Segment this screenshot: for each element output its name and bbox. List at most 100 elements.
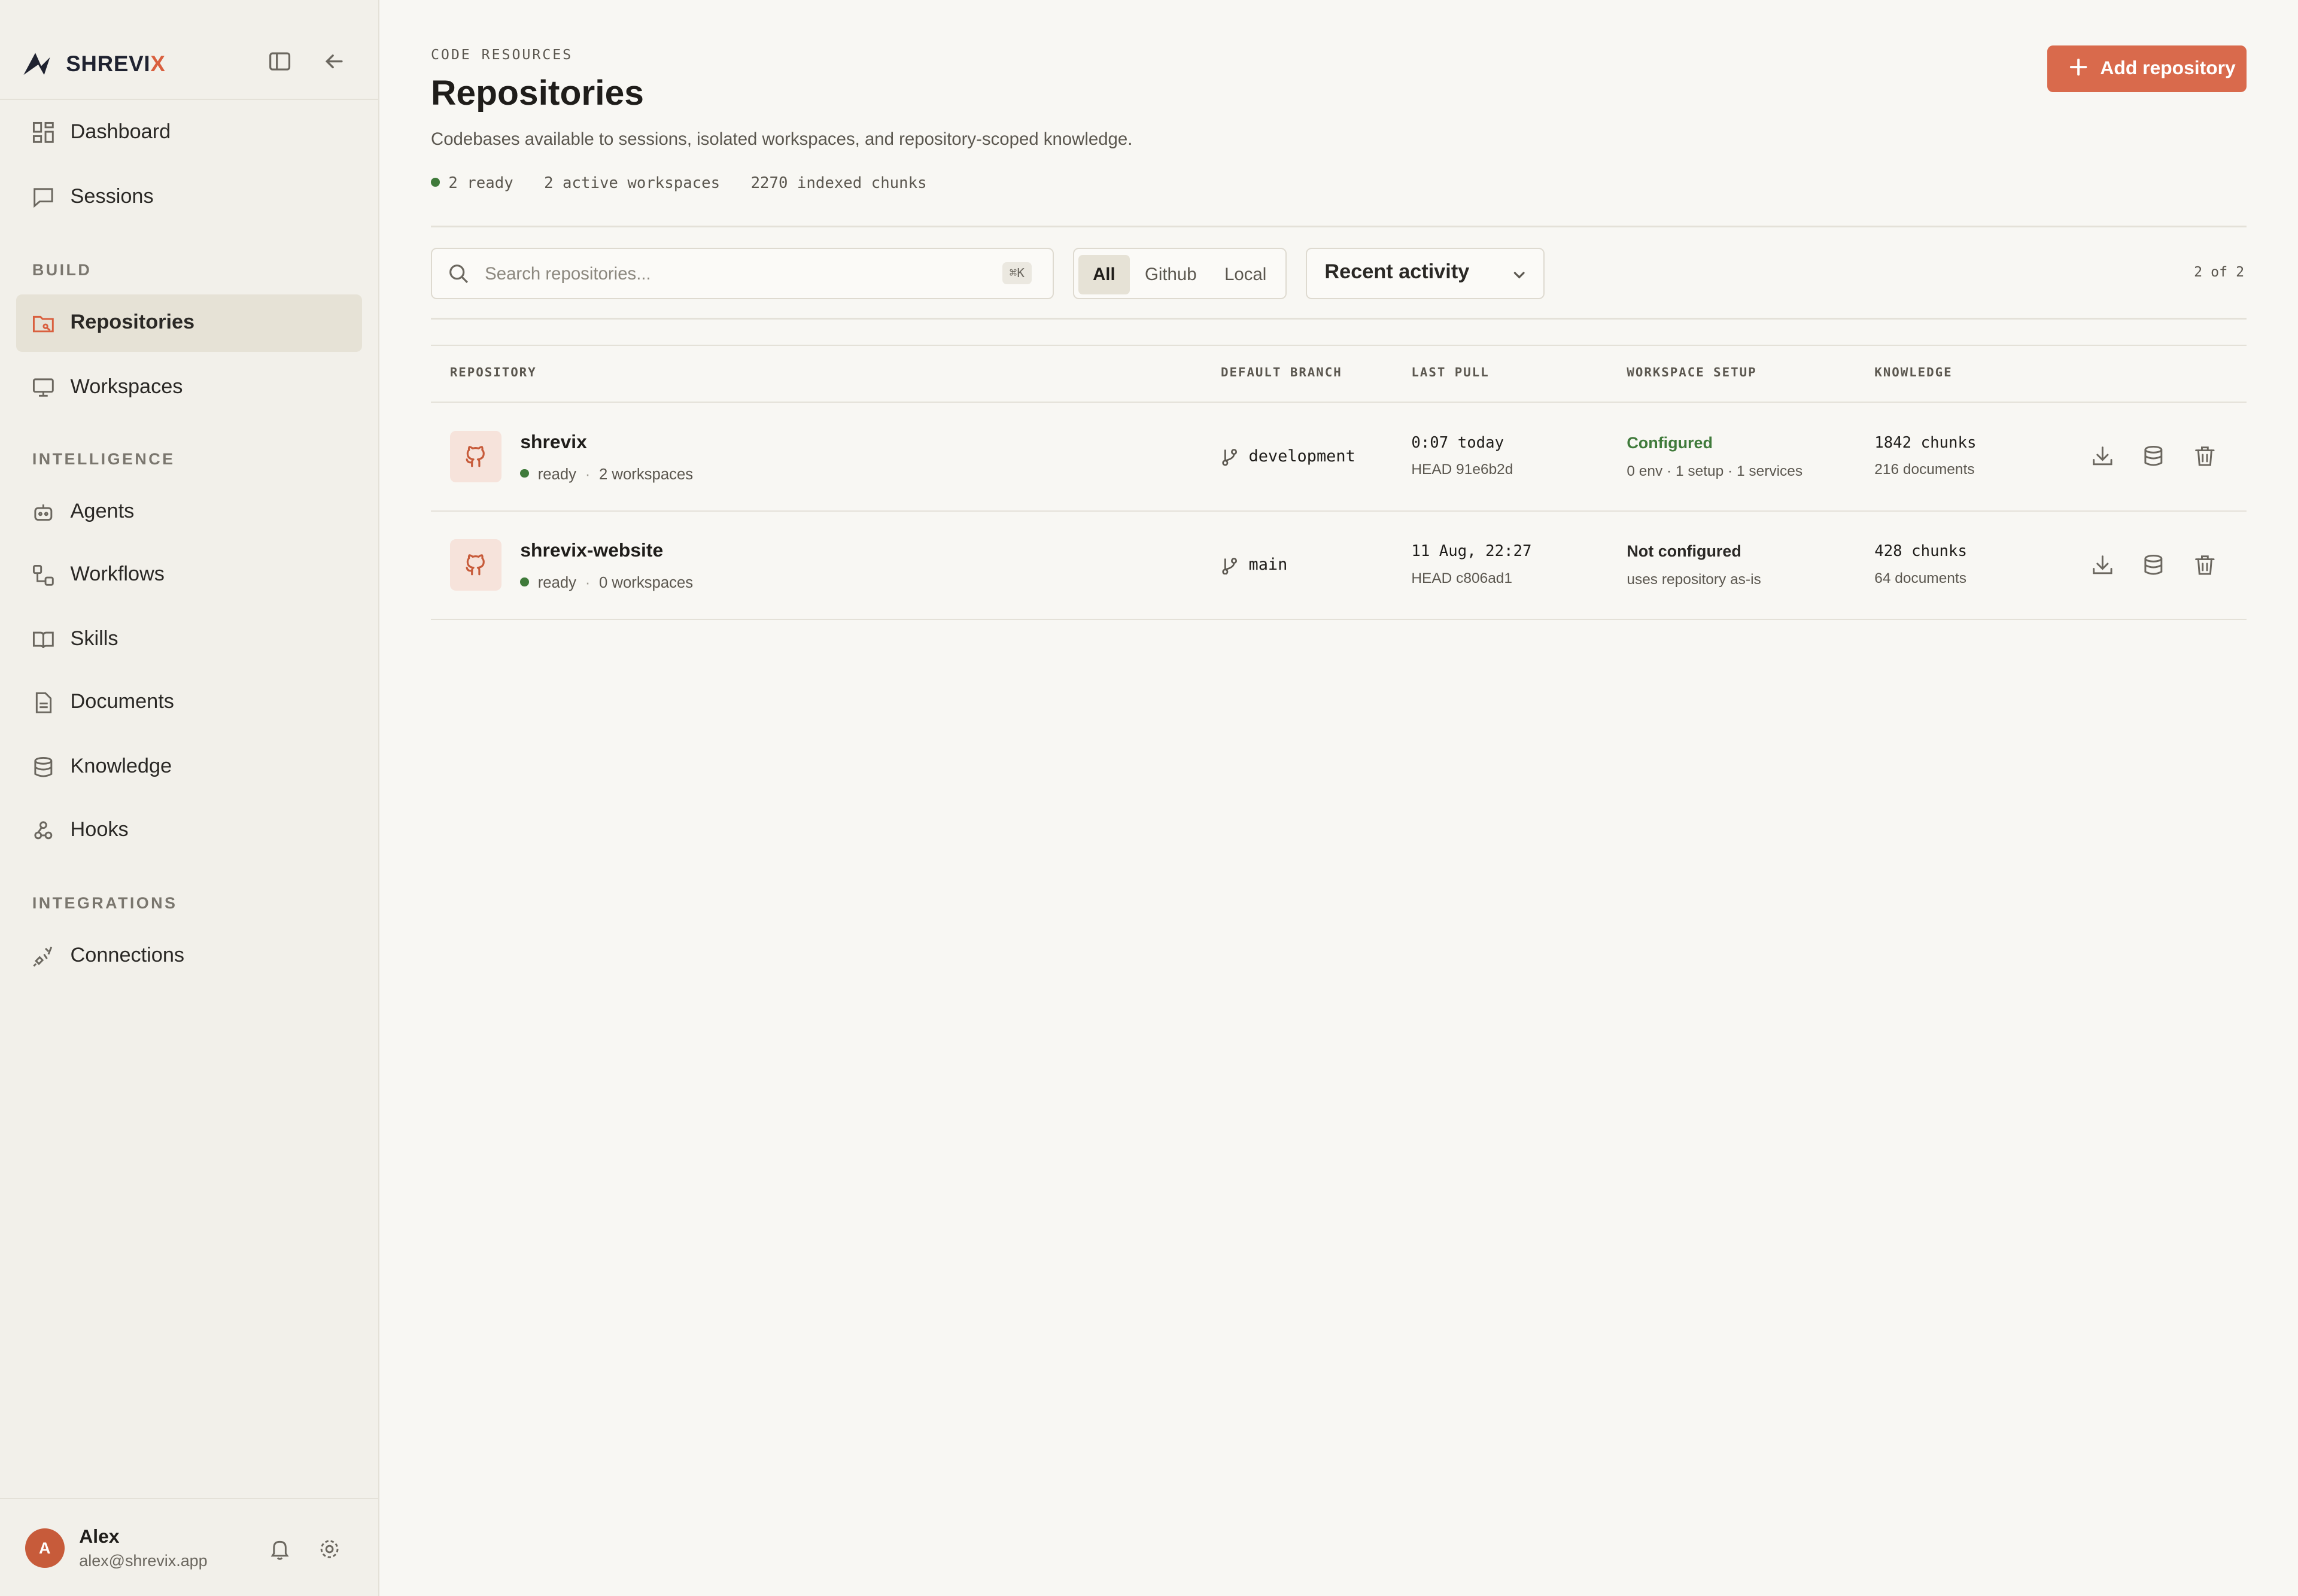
knowledge-documents: 64 documents — [1874, 570, 1966, 586]
chevron-down-icon — [1514, 272, 1525, 279]
download-icon[interactable] — [2092, 445, 2114, 467]
sidebar-item-label: Workspaces — [70, 375, 183, 398]
shortcut-badge: ⌘K — [1002, 262, 1032, 284]
sidebar-item-workspaces[interactable]: Workspaces — [16, 359, 362, 417]
git-branch-icon — [1222, 449, 1238, 466]
sidebar-item-label: Skills — [70, 627, 118, 650]
sidebar-item-knowledge[interactable]: Knowledge — [16, 738, 362, 796]
repo-avatar — [449, 539, 501, 591]
database-icon — [34, 756, 53, 777]
repo-name[interactable]: shrevix-website — [520, 539, 663, 561]
book-icon — [32, 631, 54, 648]
divider — [430, 226, 2247, 227]
add-repository-button[interactable]: Add repository — [2047, 45, 2247, 93]
status-dot — [520, 577, 530, 586]
page-eyebrow: CODE RESOURCES — [430, 47, 573, 63]
stat-chunks: 2270 indexed chunks — [750, 174, 927, 193]
search-box[interactable]: ⌘K — [430, 247, 1054, 299]
trash-icon[interactable] — [2194, 554, 2216, 576]
stat-workspaces: 2 active workspaces — [544, 174, 721, 193]
github-icon — [466, 446, 485, 467]
filter-all[interactable]: All — [1078, 254, 1130, 294]
setup-status: Not configured — [1627, 542, 1741, 561]
setup-detail: uses repository as-is — [1627, 571, 1761, 588]
repo-status: ready — [537, 466, 577, 483]
sidebar-item-skills[interactable]: Skills — [16, 611, 362, 668]
table-row[interactable]: shrevix-website ready · 0 workspaces main … — [430, 512, 2247, 620]
repo-avatar — [449, 430, 501, 482]
add-repository-label: Add repository — [2100, 57, 2236, 79]
source-filter: All Github Local — [1072, 247, 1287, 299]
column-header-last-pull[interactable]: LAST PULL — [1411, 365, 1489, 379]
section-title-intelligence: INTELLIGENCE — [32, 449, 175, 468]
bell-icon[interactable] — [268, 1537, 291, 1561]
webhook-icon — [34, 821, 53, 840]
head-commit: HEAD 91e6b2d — [1411, 461, 1513, 478]
avatar[interactable]: A — [25, 1528, 65, 1568]
trash-icon[interactable] — [2194, 445, 2216, 467]
sidebar-item-sessions[interactable]: Sessions — [16, 169, 362, 226]
table-top-border — [430, 344, 2247, 346]
sidebar-item-dashboard[interactable]: Dashboard — [16, 104, 362, 162]
knowledge-chunks: 428 chunks — [1874, 542, 1967, 561]
grid-icon — [32, 122, 54, 144]
knowledge-documents: 216 documents — [1874, 461, 1975, 478]
plus-icon — [2069, 59, 2087, 76]
repo-meta: ready · 2 workspaces — [520, 466, 693, 484]
sidebar-item-label: Connections — [70, 944, 185, 967]
user-email: alex@shrevix.app — [79, 1552, 208, 1570]
sidebar-item-repositories[interactable]: Repositories — [16, 294, 362, 352]
sidebar-item-agents[interactable]: Agents — [16, 484, 362, 541]
sidebar-item-label: Knowledge — [70, 755, 172, 778]
main-content: CODE RESOURCES Repositories Codebases av… — [379, 0, 2298, 1596]
setup-status: Configured — [1627, 433, 1713, 452]
filter-local[interactable]: Local — [1212, 255, 1279, 294]
page-title: Repositories — [430, 74, 644, 113]
repo-meta: ready · 0 workspaces — [520, 574, 693, 592]
sort-select[interactable]: Recent activity — [1306, 247, 1545, 299]
bot-icon — [34, 504, 53, 521]
sidebar: SHREVIX Dashboard Sessions BUILD Reposit… — [0, 0, 380, 1596]
sidebar-item-connections[interactable]: Connections — [16, 928, 362, 985]
gear-icon[interactable] — [318, 1537, 341, 1561]
column-header-workspace-setup[interactable]: WORKSPACE SETUP — [1627, 365, 1756, 379]
sidebar-item-workflows[interactable]: Workflows — [16, 546, 362, 604]
last-pull-time: 0:07 today — [1411, 433, 1504, 452]
sidebar-panel-icon[interactable] — [268, 50, 291, 73]
repo-status: ready — [537, 574, 577, 591]
database-icon[interactable] — [2142, 554, 2165, 576]
brand-row: SHREVIX — [0, 0, 380, 100]
column-header-branch[interactable]: DEFAULT BRANCH — [1221, 365, 1342, 379]
table-row[interactable]: shrevix ready · 2 workspaces development 0… — [430, 403, 2247, 512]
sort-value: Recent activity — [1324, 260, 1470, 284]
sidebar-item-label: Hooks — [70, 817, 129, 841]
brand-name: SHREVIX — [66, 51, 166, 76]
section-title-integrations: INTEGRATIONS — [32, 893, 178, 912]
repo-workspaces: 0 workspaces — [598, 574, 694, 591]
divider — [430, 318, 2247, 320]
sidebar-item-label: Sessions — [70, 184, 154, 208]
head-commit: HEAD c806ad1 — [1411, 570, 1513, 586]
knowledge-chunks: 1842 chunks — [1874, 433, 1977, 452]
setup-detail: 0 env · 1 setup · 1 services — [1627, 463, 1803, 479]
sidebar-item-label: Repositories — [70, 311, 195, 334]
column-header-knowledge[interactable]: KNOWLEDGE — [1874, 365, 1952, 379]
user-name: Alex — [79, 1525, 120, 1547]
folder-git-icon — [32, 315, 54, 332]
search-input[interactable] — [482, 259, 980, 288]
arrow-left-icon[interactable] — [323, 50, 346, 73]
repo-workspaces: 2 workspaces — [598, 466, 694, 483]
filter-github[interactable]: Github — [1134, 255, 1207, 294]
stat-ready: 2 ready — [430, 174, 513, 192]
repo-name[interactable]: shrevix — [520, 431, 586, 453]
status-dot — [520, 469, 530, 478]
workflow-icon — [32, 564, 54, 586]
sidebar-item-hooks[interactable]: Hooks — [16, 802, 362, 859]
column-header-repository[interactable]: REPOSITORY — [450, 365, 537, 379]
download-icon[interactable] — [2092, 554, 2114, 576]
sidebar-item-documents[interactable]: Documents — [16, 674, 362, 732]
github-icon — [466, 554, 485, 576]
sidebar-item-label: Documents — [70, 690, 174, 713]
database-icon[interactable] — [2142, 445, 2165, 467]
plug-icon — [33, 946, 53, 966]
